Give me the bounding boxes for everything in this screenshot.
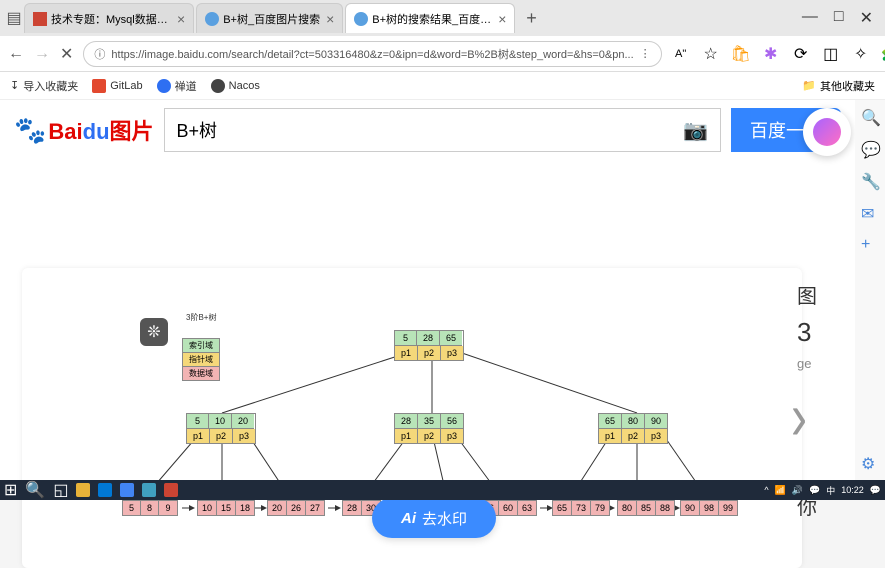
- tray-volume-icon[interactable]: 🔊: [792, 485, 803, 496]
- taskbar-app-3[interactable]: [120, 483, 134, 497]
- back-button[interactable]: ←: [8, 45, 24, 63]
- new-tab-button[interactable]: +: [517, 8, 545, 29]
- search-value: B+树: [177, 117, 218, 143]
- stop-reload-button[interactable]: ✕: [60, 45, 73, 63]
- folder-icon: 📁: [802, 79, 816, 92]
- bookmark-gitlab[interactable]: GitLab: [92, 79, 142, 93]
- url-text: https://image.baidu.com/search/detail?ct…: [111, 46, 633, 62]
- browser-tab-1[interactable]: B+树_百度图片搜索 ×: [196, 3, 343, 33]
- maximize-button[interactable]: □: [834, 8, 844, 28]
- browser-tab-2-active[interactable]: B+树的搜索结果_百度图片搜索 ×: [345, 3, 515, 33]
- other-bookmarks[interactable]: 📁 其他收藏夹: [802, 78, 875, 94]
- tree-leaf-node: 589: [122, 500, 178, 516]
- baidu-images-logo[interactable]: 🐾 Baidu图片: [14, 114, 154, 146]
- notifications-icon[interactable]: 💬: [870, 485, 881, 496]
- taskbar-app-1[interactable]: [76, 483, 90, 497]
- task-view-icon[interactable]: ◱: [53, 480, 68, 500]
- settings-icon[interactable]: ⚙: [861, 454, 879, 472]
- watermark-label: 去水印: [422, 508, 467, 529]
- nacos-icon: [211, 79, 225, 93]
- collections-icon[interactable]: ✧: [852, 45, 870, 63]
- import-bookmarks[interactable]: ↧ 导入收藏夹: [10, 78, 78, 94]
- ai-assistant-orb[interactable]: [803, 108, 851, 156]
- clock-time[interactable]: 10:22: [841, 485, 864, 495]
- url-input[interactable]: ⓘ https://image.baidu.com/search/detail?…: [83, 41, 661, 67]
- bookmark-nacos[interactable]: Nacos: [211, 79, 260, 93]
- split-icon[interactable]: ◫: [822, 45, 840, 63]
- address-bar: ← → ✕ ⓘ https://image.baidu.com/search/d…: [0, 36, 885, 72]
- remove-watermark-button[interactable]: Ai 去水印: [372, 498, 496, 538]
- extension-icon[interactable]: ✱: [762, 45, 780, 63]
- import-icon: ↧: [10, 79, 19, 92]
- tree-leaf-node: 909899: [680, 500, 738, 516]
- refresh-icon[interactable]: ⟳: [792, 45, 810, 63]
- tree-root-node: 52865 p1p2p3: [394, 330, 464, 361]
- bookmark-zentao[interactable]: 禅道: [157, 78, 197, 94]
- forward-button[interactable]: →: [34, 45, 50, 63]
- tray-icon[interactable]: ^: [764, 485, 768, 495]
- chat-icon[interactable]: 💬: [861, 140, 879, 158]
- taskbar-app-2[interactable]: [98, 483, 112, 497]
- tree-leaf-node: 202627: [267, 500, 325, 516]
- tray-wifi-icon[interactable]: 📶: [775, 485, 786, 496]
- camera-icon[interactable]: 📷: [683, 118, 708, 143]
- tree-leaf-node: 101518: [197, 500, 255, 516]
- close-icon[interactable]: ×: [326, 11, 334, 27]
- zentao-icon: [157, 79, 171, 93]
- brain-icon: [813, 118, 841, 146]
- app-menu-icon[interactable]: ▤: [4, 8, 24, 28]
- ai-icon: Ai: [401, 510, 416, 527]
- favorite-icon[interactable]: ☆: [702, 45, 720, 63]
- tree-mid-node: 51020p1p2p3: [186, 413, 256, 444]
- baidu-icon: [205, 12, 219, 26]
- logo-text: Baidu图片: [48, 114, 153, 146]
- search-icon[interactable]: 🔍: [861, 108, 879, 126]
- bookmark-label: 禅道: [175, 78, 197, 94]
- close-icon[interactable]: ×: [498, 11, 506, 27]
- image-viewer: ❊ 3阶B+树 索引域 指针域 数据域 52865 p1p2p3: [22, 268, 802, 568]
- start-button[interactable]: ⊞: [4, 480, 17, 500]
- browser-tab-0[interactable]: 技术专题：Mysql数据库（视图... ×: [24, 3, 194, 33]
- pdf-icon: [33, 12, 47, 26]
- tab-title: B+树的搜索结果_百度图片搜索: [372, 11, 492, 27]
- gitlab-icon: [92, 79, 106, 93]
- extensions-icon[interactable]: 🧩: [882, 45, 885, 63]
- paw-icon: 🐾: [14, 115, 46, 146]
- taskbar-app-5[interactable]: [164, 483, 178, 497]
- shopping-icon[interactable]: 🛍: [732, 45, 750, 63]
- tab-title: B+树_百度图片搜索: [223, 11, 320, 27]
- taskbar-app-4[interactable]: [142, 483, 156, 497]
- tree-leaf-node: 657379: [552, 500, 610, 516]
- search-taskbar-icon[interactable]: 🔍: [25, 480, 45, 500]
- plus-icon[interactable]: +: [861, 236, 879, 254]
- bookmark-label: Nacos: [229, 80, 260, 92]
- tree-mid-node: 283556p1p2p3: [394, 413, 464, 444]
- tab-title: 技术专题：Mysql数据库（视图...: [51, 11, 171, 27]
- import-label: 导入收藏夹: [23, 78, 78, 94]
- window-titlebar: ▤ 技术专题：Mysql数据库（视图... × B+树_百度图片搜索 × B+树…: [0, 0, 885, 36]
- other-bookmarks-label: 其他收藏夹: [820, 78, 875, 94]
- windows-taskbar: ⊞ 🔍 ◱ ^ 📶 🔊 💬 中 10:22 💬: [0, 480, 885, 500]
- url-more-icon[interactable]: ⋮: [640, 47, 651, 60]
- mail-icon[interactable]: ✉: [861, 204, 879, 222]
- tray-ime-icon[interactable]: 中: [826, 484, 835, 497]
- tray-wechat-icon[interactable]: 💬: [809, 485, 820, 496]
- reader-mode-icon[interactable]: A": [672, 45, 690, 63]
- page-content: 🐾 Baidu图片 B+树 📷 百度一下 ❊ 3阶B+树 索引域 指针域 数据域: [0, 100, 855, 480]
- edge-sidebar: 🔍 💬 🔧 ✉ + ⚙: [855, 100, 885, 480]
- close-window-button[interactable]: ✕: [860, 8, 873, 28]
- minimize-button[interactable]: —: [802, 8, 818, 28]
- search-input[interactable]: B+树 📷: [164, 108, 721, 152]
- tree-leaf-node: 808588: [617, 500, 675, 516]
- close-icon[interactable]: ×: [177, 11, 185, 27]
- tools-icon[interactable]: 🔧: [861, 172, 879, 190]
- bookmark-label: GitLab: [110, 80, 142, 92]
- tree-mid-node: 658090p1p2p3: [598, 413, 668, 444]
- site-info-icon[interactable]: ⓘ: [94, 46, 105, 62]
- bookmarks-bar: ↧ 导入收藏夹 GitLab 禅道 Nacos 📁 其他收藏夹: [0, 72, 885, 100]
- baidu-icon: [354, 12, 368, 26]
- search-header: 🐾 Baidu图片 B+树 📷 百度一下: [0, 100, 855, 160]
